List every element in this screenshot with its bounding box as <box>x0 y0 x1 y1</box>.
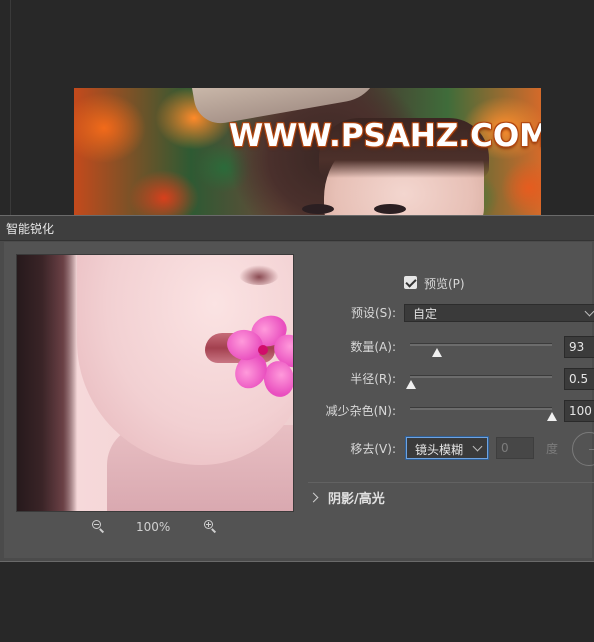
dialog-body: 100% 预览(P) 预设(S): 自定 数量(A): 93 半径(R): 0.… <box>4 242 594 558</box>
chevron-right-icon[interactable] <box>308 492 319 503</box>
reduce-noise-slider-track[interactable] <box>410 407 552 410</box>
radius-slider-track[interactable] <box>410 375 552 378</box>
amount-input[interactable]: 93 <box>564 336 594 358</box>
zoom-out-icon[interactable] <box>92 520 105 533</box>
amount-slider-track[interactable] <box>410 343 552 346</box>
amount-input-value: 93 <box>569 340 585 354</box>
document-canvas-image: WWW.PSAHZ.COM <box>74 88 541 216</box>
radius-input-value: 0.5 <box>569 372 589 386</box>
preset-select-value: 自定 <box>413 307 438 321</box>
remove-blur-select-value: 镜头模糊 <box>415 443 464 457</box>
zoom-in-icon[interactable] <box>204 520 217 533</box>
smart-sharpen-dialog: 智能锐化 100% 预览(P) 预设(S): 自定 数量(A): 93 半径(R… <box>0 215 594 562</box>
section-divider <box>308 482 594 483</box>
dialog-titlebar[interactable]: 智能锐化 <box>0 216 594 241</box>
canvas-eye-right <box>374 204 406 214</box>
amount-slider-thumb[interactable] <box>431 348 442 357</box>
angle-input-value: 0 <box>501 441 509 455</box>
remove-label: 移去(V): <box>350 442 396 456</box>
angle-dial-icon <box>572 432 594 466</box>
reduce-noise-input-value: 100 <box>569 404 592 418</box>
reduce-noise-label: 减少杂色(N): <box>325 404 396 418</box>
workspace-background <box>0 562 594 642</box>
reduce-noise-input[interactable]: 100 <box>564 400 594 422</box>
radius-slider-thumb[interactable] <box>406 380 417 389</box>
preset-select[interactable]: 自定 <box>404 304 594 322</box>
zoom-percentage: 100% <box>136 520 171 534</box>
radius-input[interactable]: 0.5 <box>564 368 594 390</box>
canvas-watermark: WWW.PSAHZ.COM <box>229 118 541 154</box>
amount-label: 数量(A): <box>350 340 396 354</box>
remove-blur-select[interactable]: 镜头模糊 <box>406 437 488 459</box>
radius-label: 半径(R): <box>350 372 396 386</box>
zoom-controls: 100% <box>88 518 228 538</box>
preview-checkbox[interactable] <box>404 276 417 289</box>
preview-image[interactable] <box>16 254 294 512</box>
preset-label: 预设(S): <box>350 306 396 320</box>
preview-hair <box>17 255 77 511</box>
canvas-eye-left <box>302 204 334 214</box>
preview-nose <box>239 265 279 285</box>
reduce-noise-slider-thumb[interactable] <box>547 412 557 421</box>
preview-checkbox-label[interactable]: 预览(P) <box>424 275 465 292</box>
dialog-title: 智能锐化 <box>6 222 55 236</box>
angle-input: 0 <box>496 437 534 459</box>
preview-flower <box>224 310 293 400</box>
shadows-highlights-toggle[interactable]: 阴影/高光 <box>328 488 385 507</box>
angle-unit: 度 <box>546 442 559 456</box>
chevron-down-icon <box>472 441 483 452</box>
chevron-down-icon <box>584 306 594 317</box>
